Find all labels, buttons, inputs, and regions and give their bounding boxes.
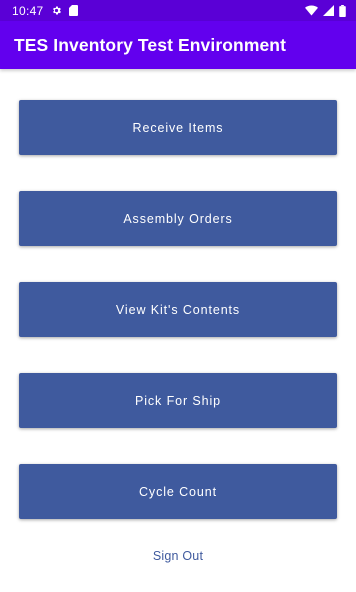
- sd-card-icon: [68, 5, 78, 16]
- cycle-count-button[interactable]: Cycle Count: [19, 464, 337, 519]
- status-bar: 10:47: [0, 0, 356, 21]
- gear-icon: [51, 5, 62, 16]
- cellular-signal-icon: [323, 5, 334, 16]
- battery-icon: [339, 4, 346, 17]
- sign-out-link[interactable]: Sign Out: [0, 549, 356, 563]
- status-time: 10:47: [12, 3, 44, 18]
- app-bar: TES Inventory Test Environment: [0, 21, 356, 69]
- wifi-icon: [305, 5, 318, 16]
- receive-items-button[interactable]: Receive Items: [19, 100, 337, 155]
- main-menu: Receive Items Assembly Orders View Kit's…: [19, 100, 337, 555]
- status-left: 10:47: [12, 4, 78, 18]
- view-kits-contents-button[interactable]: View Kit's Contents: [19, 282, 337, 337]
- pick-for-ship-button[interactable]: Pick For Ship: [19, 373, 337, 428]
- status-right: [305, 4, 346, 17]
- app-title: TES Inventory Test Environment: [14, 34, 287, 55]
- assembly-orders-button[interactable]: Assembly Orders: [19, 191, 337, 246]
- screen: 10:47 TES Inventory Test Environment Rec…: [0, 0, 356, 592]
